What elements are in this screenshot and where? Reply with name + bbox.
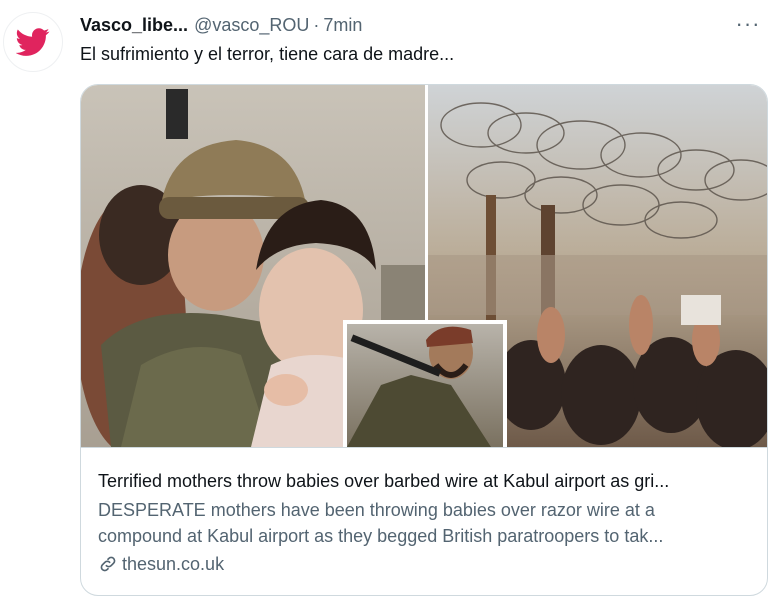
card-title[interactable]: Terrified mothers throw babies over barb… [98, 468, 753, 494]
card-domain[interactable]: thesun.co.uk [98, 551, 753, 577]
user-handle[interactable]: @vasco_ROU [194, 15, 309, 36]
tweet-timestamp[interactable]: 7min [323, 15, 362, 36]
tweet-text: El sufrimiento y el terror, tiene cara d… [80, 44, 455, 64]
tweet-header: Vasco_libe... @vasco_ROU · 7min [80, 12, 362, 38]
card-description-line: DESPERATE mothers have been throwing bab… [98, 500, 655, 520]
article-photo-collage [81, 85, 767, 447]
link-card[interactable]: Terrified mothers throw babies over barb… [80, 84, 768, 596]
card-domain-text[interactable]: thesun.co.uk [122, 551, 224, 577]
card-description: DESPERATE mothers have been throwing bab… [98, 497, 753, 549]
more-icon: ··· [735, 11, 761, 36]
card-body[interactable]: Terrified mothers throw babies over barb… [81, 447, 767, 595]
separator-dot: · [313, 14, 320, 35]
tweet: Vasco_libe... @vasco_ROU · 7min ··· El s… [0, 0, 768, 612]
card-description-line: compound at Kabul airport as they begged… [98, 526, 664, 546]
link-icon [98, 554, 118, 574]
more-options-button[interactable]: ··· [734, 12, 762, 36]
display-name[interactable]: Vasco_libe... [80, 15, 188, 36]
card-image[interactable] [81, 85, 767, 447]
avatar[interactable] [3, 12, 63, 72]
twitter-bird-icon [16, 28, 50, 56]
